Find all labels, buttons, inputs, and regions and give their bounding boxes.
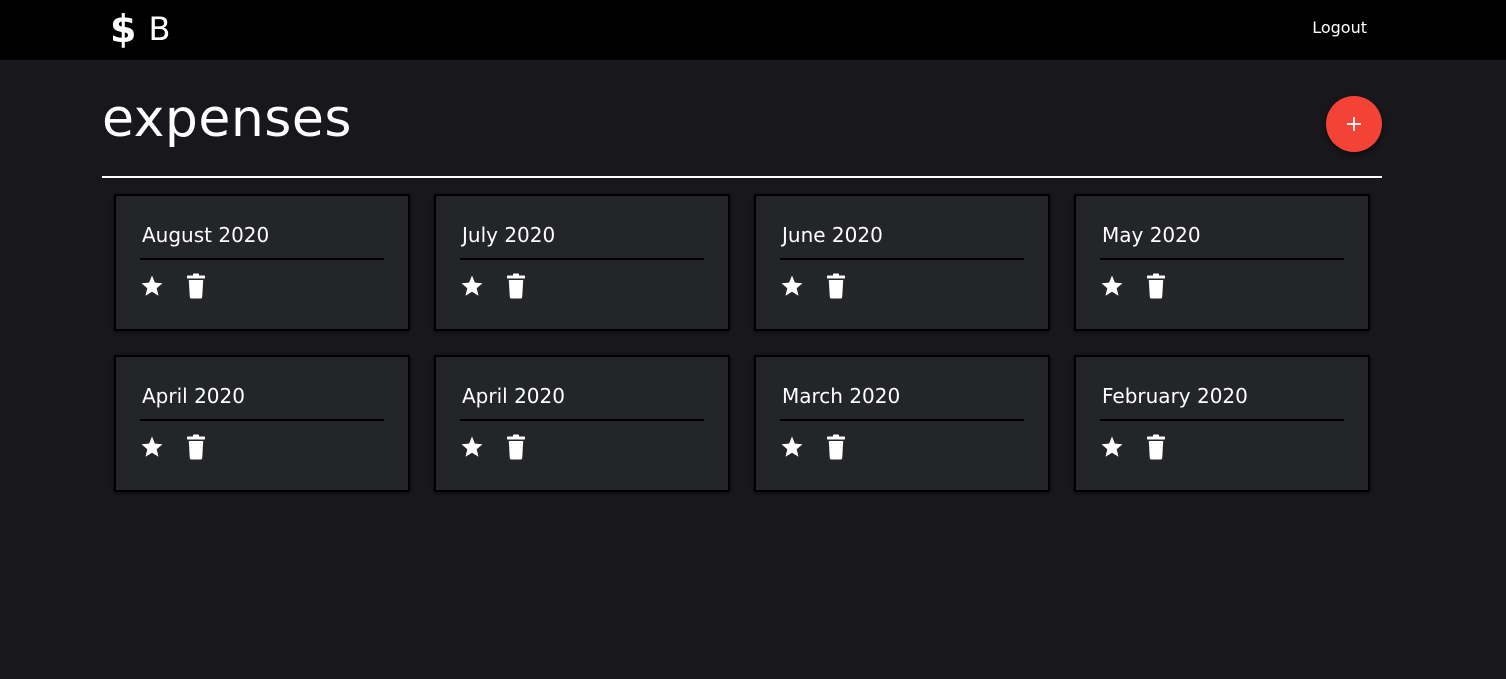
page-title: expenses <box>102 89 352 149</box>
card-divider <box>140 258 384 260</box>
expense-card-title: May 2020 <box>1102 223 1201 247</box>
plus-icon <box>1347 117 1361 131</box>
dollar-icon: $ <box>110 7 137 51</box>
card-divider <box>780 419 1024 421</box>
card-divider <box>460 419 704 421</box>
logout-link[interactable]: Logout <box>1312 18 1367 37</box>
star-icon[interactable] <box>140 272 164 300</box>
trash-icon[interactable] <box>1144 272 1168 300</box>
trash-icon[interactable] <box>824 272 848 300</box>
card-actions <box>780 433 1024 461</box>
card-actions <box>780 272 1024 300</box>
expense-card-title: April 2020 <box>142 384 245 408</box>
header-divider <box>102 176 1382 178</box>
trash-icon[interactable] <box>1144 433 1168 461</box>
expense-card-title: March 2020 <box>782 384 901 408</box>
trash-icon[interactable] <box>504 272 528 300</box>
card-divider <box>1100 258 1344 260</box>
brand-logo[interactable]: $ B <box>110 6 170 52</box>
expense-card[interactable]: May 2020 <box>1074 194 1370 331</box>
card-divider <box>780 258 1024 260</box>
card-actions <box>1100 272 1344 300</box>
card-actions <box>460 433 704 461</box>
star-icon[interactable] <box>780 433 804 461</box>
star-icon[interactable] <box>780 272 804 300</box>
trash-icon[interactable] <box>504 433 528 461</box>
brand-letter: B <box>148 10 171 48</box>
card-actions <box>1100 433 1344 461</box>
trash-icon[interactable] <box>824 433 848 461</box>
expense-card[interactable]: February 2020 <box>1074 355 1370 492</box>
expense-card[interactable]: June 2020 <box>754 194 1050 331</box>
expense-card[interactable]: August 2020 <box>114 194 410 331</box>
expense-card[interactable]: April 2020 <box>434 355 730 492</box>
expense-card-title: February 2020 <box>1102 384 1248 408</box>
card-divider <box>460 258 704 260</box>
card-divider <box>1100 419 1344 421</box>
add-expense-button[interactable] <box>1326 96 1382 152</box>
expense-card[interactable]: July 2020 <box>434 194 730 331</box>
expense-card-grid: August 2020 July 2020 June 2020 May 2020… <box>114 194 1370 492</box>
expense-card[interactable]: March 2020 <box>754 355 1050 492</box>
expense-card[interactable]: April 2020 <box>114 355 410 492</box>
card-actions <box>460 272 704 300</box>
card-actions <box>140 433 384 461</box>
card-actions <box>140 272 384 300</box>
star-icon[interactable] <box>1100 433 1124 461</box>
star-icon[interactable] <box>140 433 164 461</box>
card-divider <box>140 419 384 421</box>
trash-icon[interactable] <box>184 433 208 461</box>
expense-card-title: June 2020 <box>782 223 883 247</box>
expense-card-title: July 2020 <box>462 223 556 247</box>
trash-icon[interactable] <box>184 272 208 300</box>
expense-card-title: August 2020 <box>142 223 270 247</box>
star-icon[interactable] <box>460 433 484 461</box>
star-icon[interactable] <box>460 272 484 300</box>
navbar: $ B Logout <box>0 0 1506 60</box>
star-icon[interactable] <box>1100 272 1124 300</box>
expense-card-title: April 2020 <box>462 384 565 408</box>
